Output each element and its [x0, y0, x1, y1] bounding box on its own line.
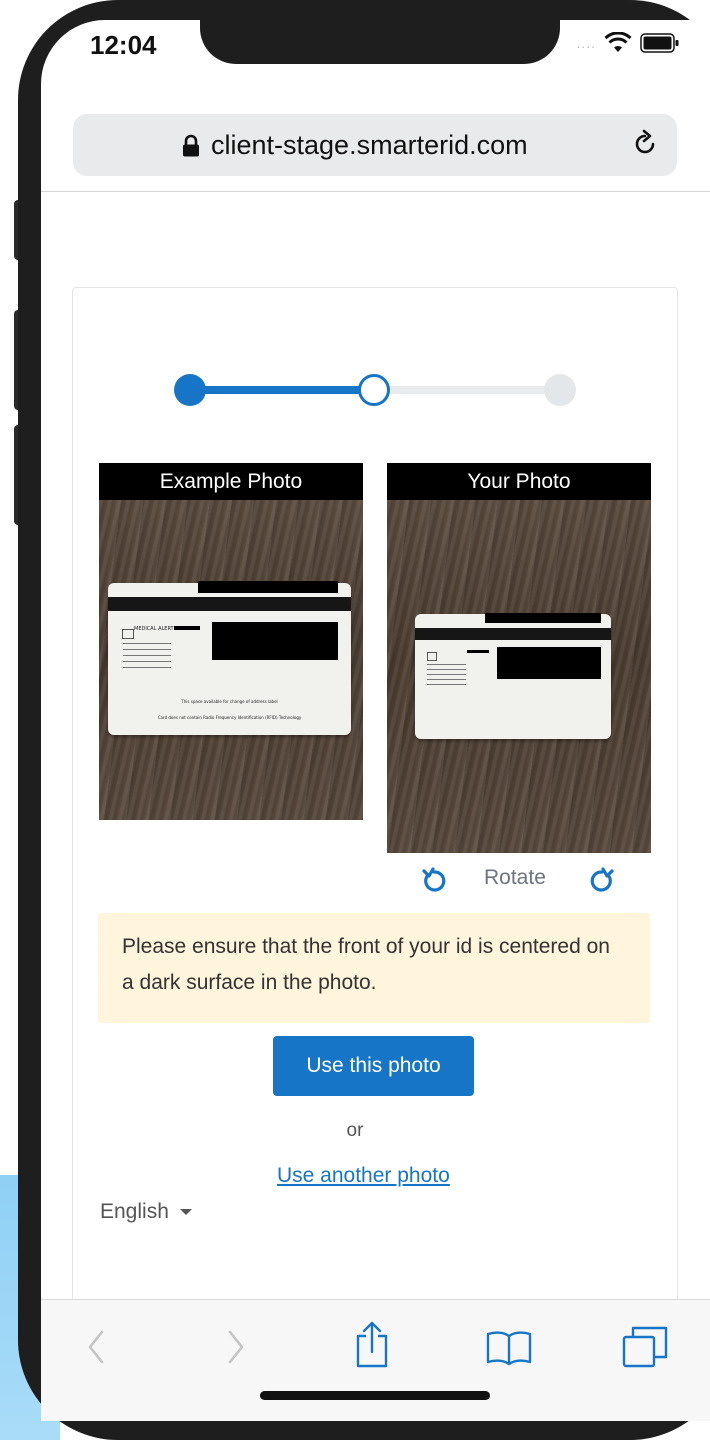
battery-icon: [640, 33, 679, 53]
notch: [200, 20, 560, 64]
status-time: 12:04: [90, 30, 157, 60]
progress-fill: [192, 386, 374, 394]
redaction-block: [497, 647, 601, 679]
example-photo-image: MEDICAL ALERT This space available for c…: [99, 500, 363, 820]
example-photo-title: Example Photo: [99, 463, 363, 500]
browser-divider: [41, 191, 710, 192]
your-id-card: [415, 613, 611, 739]
caret-down-icon: [179, 1209, 192, 1215]
your-photo-panel: Your Photo: [387, 463, 651, 853]
card-text-address: This space available for change of addre…: [181, 699, 278, 704]
or-separator: or: [346, 1120, 364, 1141]
status-icons: ....: [576, 32, 680, 54]
rotate-clockwise-icon[interactable]: [420, 864, 448, 894]
signal-icon: ....: [576, 35, 596, 51]
example-id-card: MEDICAL ALERT This space available for c…: [108, 581, 351, 735]
step-3-upcoming: [544, 374, 576, 406]
reload-icon[interactable]: [629, 128, 661, 160]
url-text: client-stage.smarterid.com: [211, 130, 528, 160]
your-photo-image: [387, 500, 651, 853]
magnetic-stripe: [415, 628, 611, 640]
redaction-block: [212, 622, 338, 660]
progress-stepper: [174, 372, 576, 408]
example-photo-panel: Example Photo MEDICAL ALERT This space a…: [99, 463, 363, 820]
card-checkbox: [122, 629, 134, 639]
redaction-top: [198, 581, 338, 593]
card-medical-alert: MEDICAL ALERT: [134, 626, 174, 632]
forward-icon[interactable]: [226, 1329, 246, 1365]
tabs-icon[interactable]: [622, 1326, 668, 1368]
address-bar[interactable]: client-stage.smarterid.com: [73, 114, 677, 176]
language-label: English: [100, 1200, 169, 1223]
home-indicator: [260, 1391, 490, 1400]
rotate-label: Rotate: [484, 866, 546, 889]
card-checkbox: [427, 652, 437, 661]
lock-icon: [183, 134, 199, 156]
bookmarks-icon[interactable]: [485, 1330, 533, 1366]
magnetic-stripe: [108, 597, 351, 611]
rotate-controls: Rotate: [420, 862, 620, 896]
card-text-rfid: Card does not contain Radio Frequency Id…: [157, 715, 302, 720]
share-icon[interactable]: [354, 1320, 390, 1368]
rotate-counterclockwise-icon[interactable]: [588, 864, 616, 894]
language-selector[interactable]: English: [100, 1200, 193, 1224]
redaction-small: [174, 626, 200, 630]
photo-guidance-notice: Please ensure that the front of your id …: [98, 913, 650, 1023]
redaction-top: [485, 613, 601, 623]
redaction-small: [467, 650, 489, 653]
your-photo-title: Your Photo: [387, 463, 651, 500]
step-2-current: [358, 374, 390, 406]
use-this-photo-button[interactable]: Use this photo: [273, 1036, 474, 1096]
wifi-icon: [604, 32, 632, 52]
url-display: client-stage.smarterid.com: [181, 130, 528, 161]
step-1-complete: [174, 374, 206, 406]
back-icon[interactable]: [86, 1329, 106, 1365]
use-another-photo-link[interactable]: Use another photo: [277, 1164, 450, 1188]
